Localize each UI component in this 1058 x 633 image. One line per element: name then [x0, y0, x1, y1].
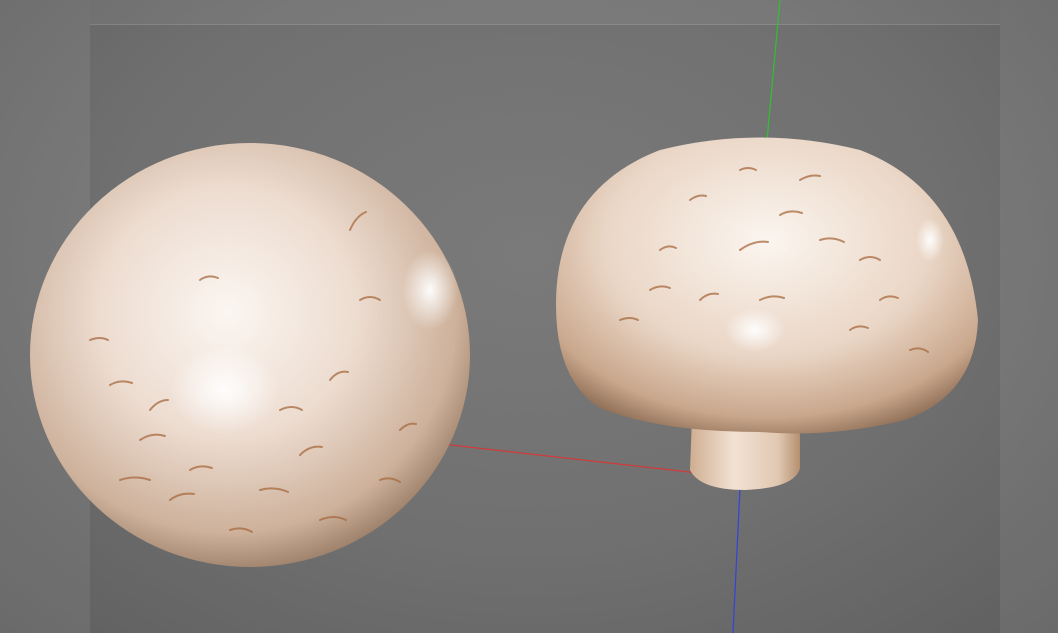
- 3d-viewport[interactable]: [0, 0, 1058, 633]
- cap-left-specular-small: [402, 250, 458, 330]
- mushroom-cap-top-view[interactable]: [30, 143, 470, 567]
- scene-canvas[interactable]: [0, 0, 1058, 633]
- z-axis-line: [732, 487, 741, 633]
- cap-right-specular-edge: [916, 218, 944, 262]
- cap-left-specular-large: [170, 345, 280, 435]
- mushroom-cap-side: [556, 137, 978, 434]
- y-axis-line: [766, 0, 781, 141]
- mushroom-side-view[interactable]: [556, 137, 978, 491]
- cap-right-specular: [725, 308, 785, 352]
